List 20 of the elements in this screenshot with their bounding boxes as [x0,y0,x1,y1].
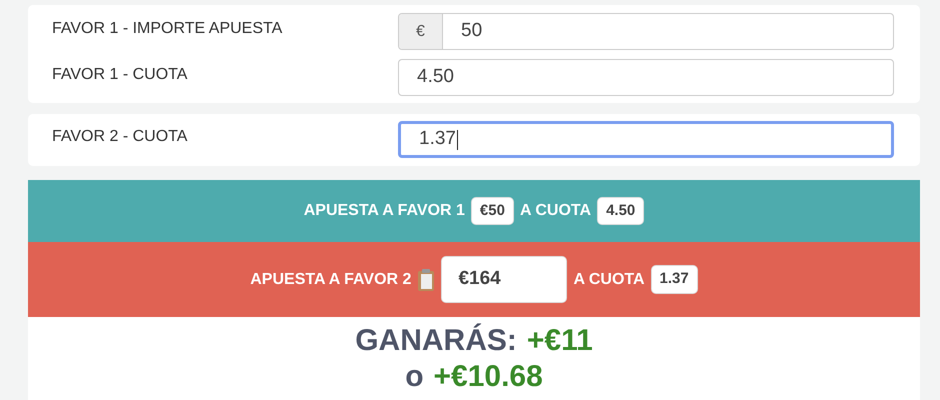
input-field[interactable]: 1.37 [398,121,894,158]
field-label: FAVOR 1 - CUOTA [51,65,188,85]
clipboard-icon [417,268,436,292]
field-label: FAVOR 2 - CUOTA [51,127,188,147]
currency-addon: € [399,14,443,49]
input-field[interactable]: € 50 [398,13,894,50]
or-label: o [405,359,424,395]
field-label: FAVOR 1 - IMPORTE APUESTA [51,19,284,39]
odds-label: A CUOTA [573,270,645,290]
value-chip[interactable]: €164 [441,256,568,303]
value-chip: €50 [470,196,514,226]
bet-label: APUESTA A FAVOR 2 [250,270,412,290]
odds-label: A CUOTA [520,201,592,221]
exact-profit-value: +€10.68 [434,359,543,395]
bet-label: APUESTA A FAVOR 1 [304,201,465,221]
profit-value: +€11 [526,323,593,359]
value-chip: 4.50 [597,196,644,226]
input-field[interactable]: 4.50 [398,59,894,96]
result-label: GANARÁS: [355,323,517,359]
value-chip: 1.37 [650,265,698,294]
